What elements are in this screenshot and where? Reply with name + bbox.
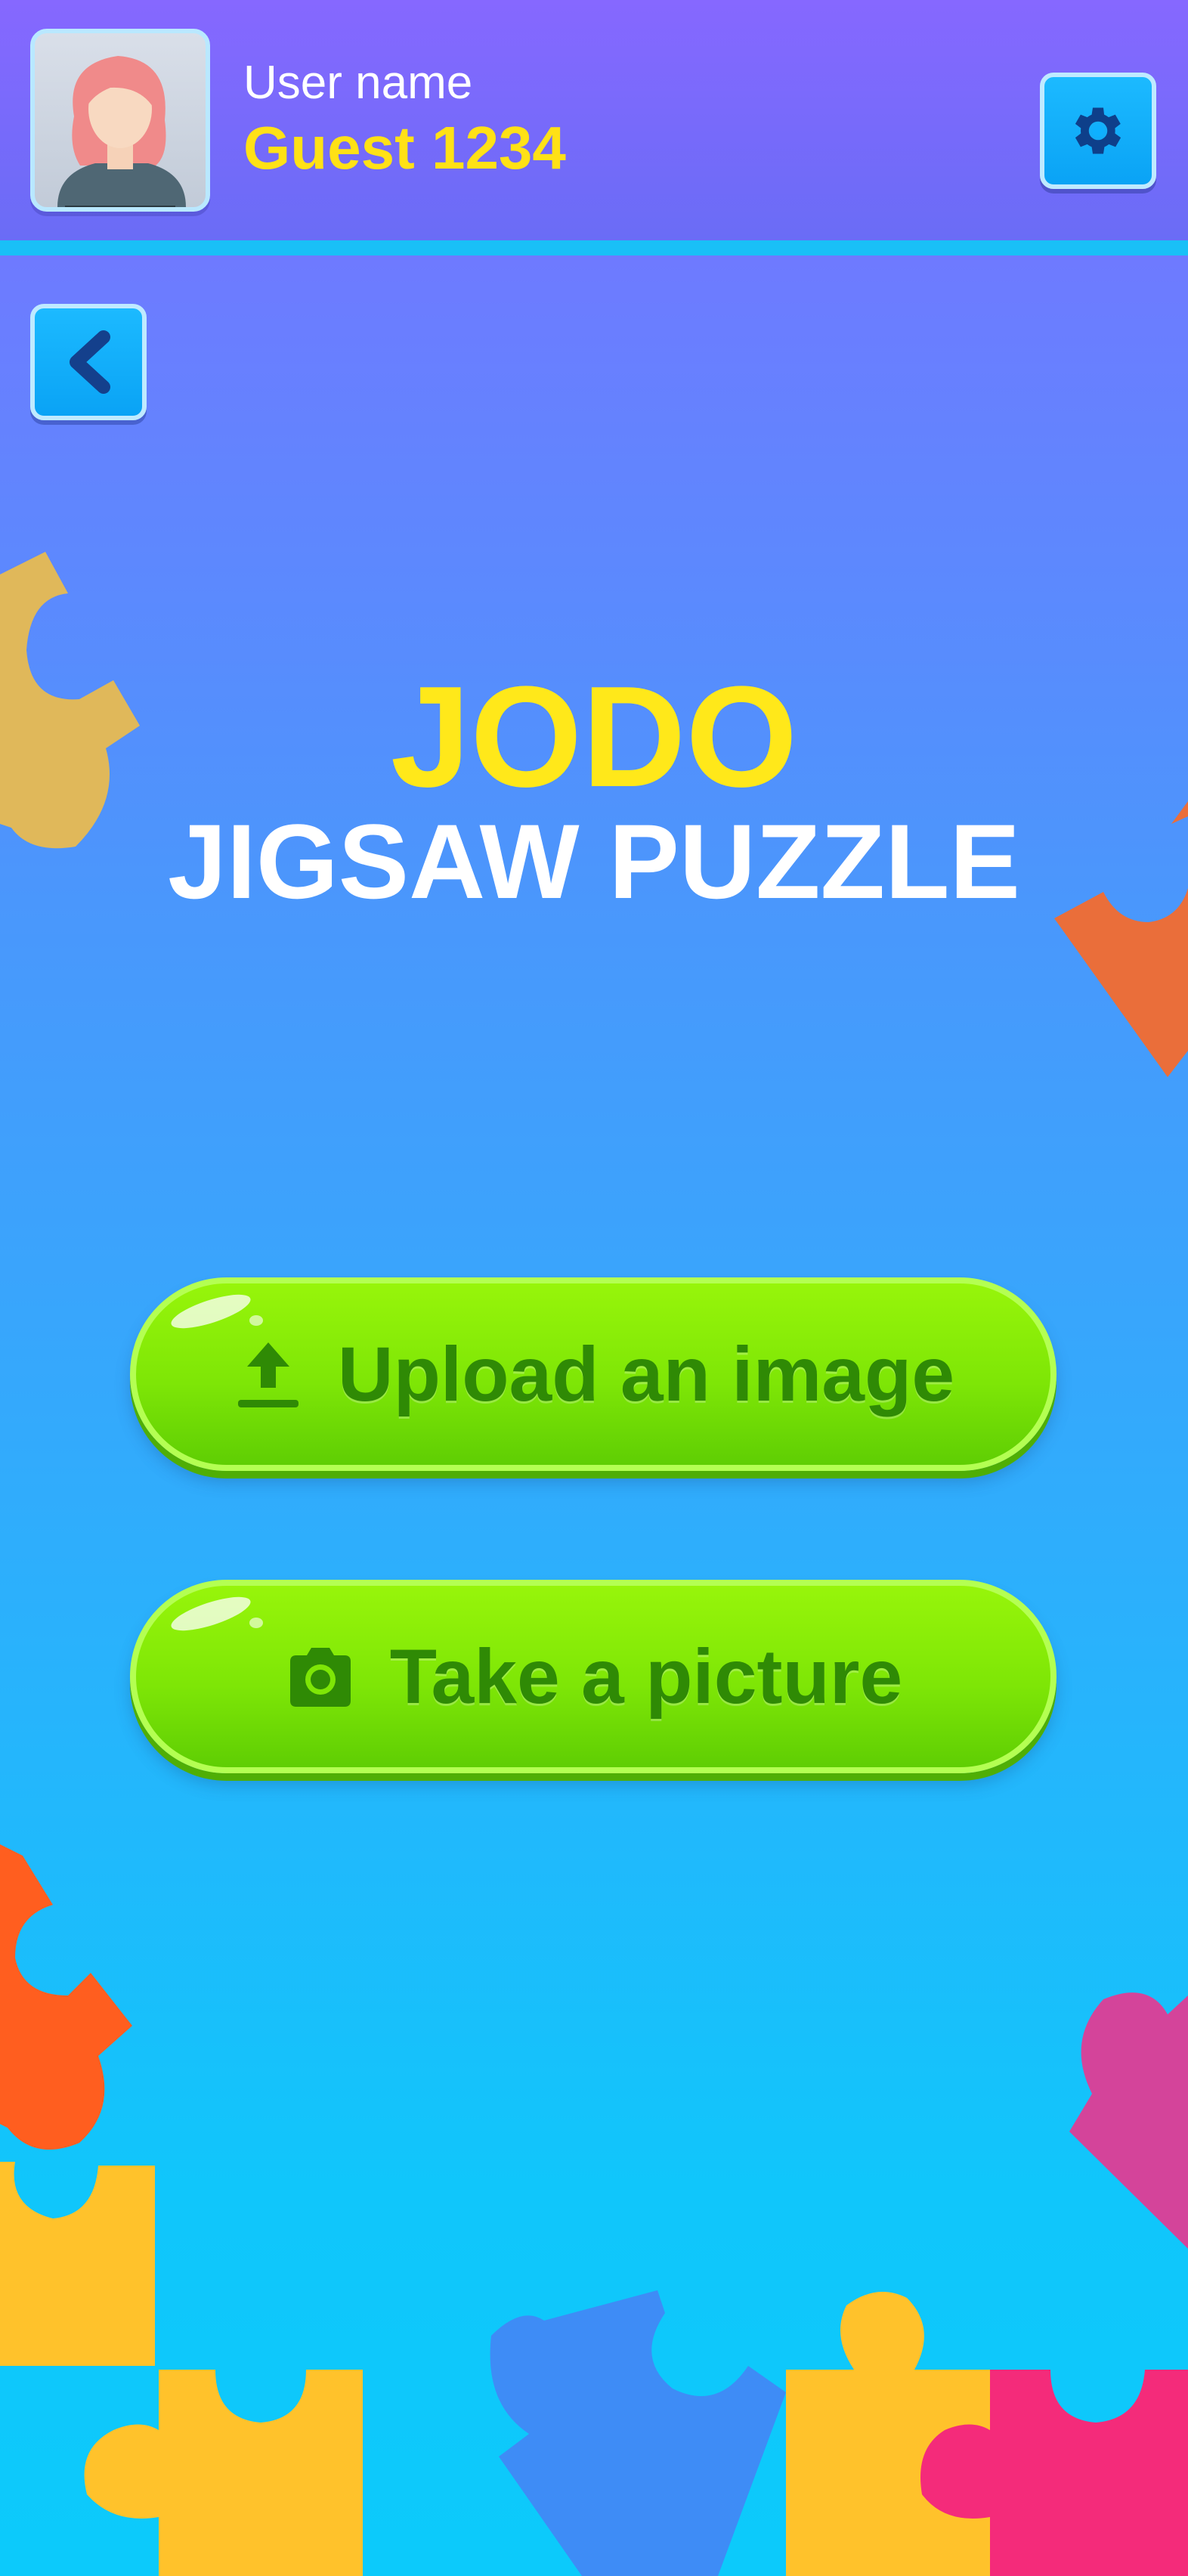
take-picture-label: Take a picture (389, 1633, 903, 1720)
avatar[interactable] (30, 29, 210, 212)
upload-image-label: Upload an image (337, 1330, 955, 1417)
puzzle-piece-blue-bottom (490, 2290, 786, 2576)
puzzle-piece-magenta-right (1069, 1992, 1188, 2249)
puzzle-piece-red-left (0, 1844, 132, 2150)
take-picture-button[interactable]: Take a picture (130, 1580, 1057, 1773)
button-shine (168, 1287, 254, 1336)
back-button[interactable] (30, 304, 147, 420)
user-name-label: User name (243, 57, 473, 109)
avatar-icon (57, 56, 186, 207)
upload-icon (232, 1336, 305, 1412)
top-bar-divider (0, 240, 1188, 255)
button-shine-dot (249, 1315, 263, 1326)
gear-icon (1075, 107, 1121, 154)
button-shine-dot (249, 1618, 263, 1628)
button-shine (168, 1590, 254, 1638)
user-name-value: Guest 1234 (243, 114, 566, 181)
settings-button[interactable] (1040, 73, 1156, 189)
puzzle-piece-yellow-right (786, 2292, 990, 2576)
chevron-left-icon (70, 330, 110, 394)
app-subtitle: JIGSAW PUZZLE (168, 802, 1020, 921)
puzzle-piece-pink-bottom (920, 2370, 1188, 2576)
puzzle-piece-yellow-left (0, 2162, 155, 2366)
upload-image-button[interactable]: Upload an image (130, 1277, 1057, 1471)
camera-icon (284, 1643, 357, 1710)
app-title: JODO (390, 657, 798, 817)
puzzle-piece-yellow-bottom (84, 2370, 364, 2576)
